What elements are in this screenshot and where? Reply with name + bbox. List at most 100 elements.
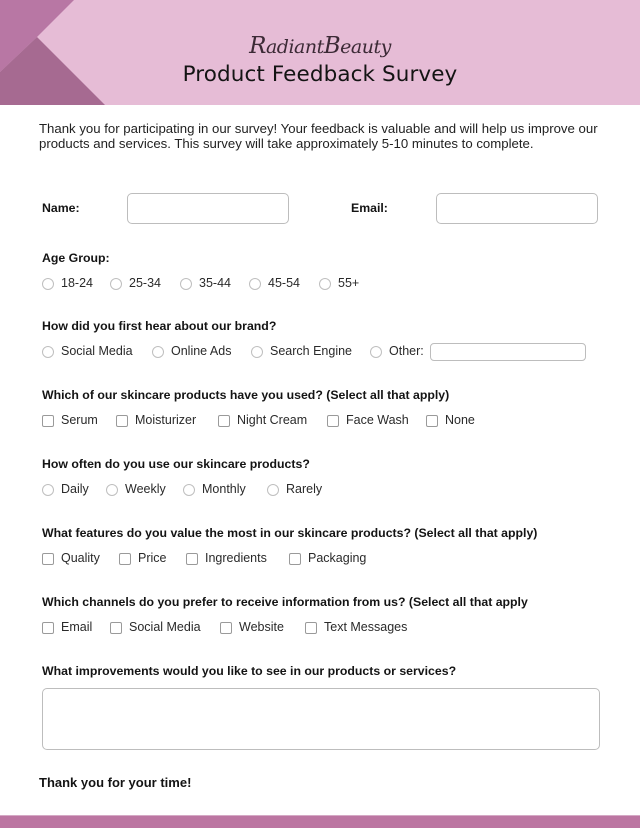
page-title: Product Feedback Survey [182, 62, 458, 87]
radio-button[interactable] [42, 346, 54, 358]
option-label: Social Media [129, 620, 201, 634]
checkbox[interactable] [218, 415, 230, 427]
checkbox[interactable] [42, 553, 54, 565]
option-label: None [445, 413, 475, 427]
option-label: Search Engine [270, 344, 353, 358]
question-age-group: Age Group: [42, 251, 110, 265]
checkbox-option[interactable]: Text Messages [305, 619, 407, 635]
option-label: Social Media [61, 344, 133, 358]
checkbox[interactable] [186, 553, 198, 565]
name-input[interactable] [127, 193, 289, 224]
radio-button[interactable] [106, 484, 118, 496]
improvements-textarea[interactable] [42, 688, 600, 750]
radio-button[interactable] [319, 278, 331, 290]
checkbox-option[interactable]: Quality [42, 550, 100, 566]
radio-button[interactable] [251, 346, 263, 358]
option-label: Weekly [125, 482, 166, 496]
option-label: Text Messages [324, 620, 408, 634]
checkbox-option[interactable]: Social Media [110, 619, 201, 635]
option-label: Face Wash [346, 413, 409, 427]
radio-option[interactable]: 55+ [319, 275, 359, 291]
option-label: Website [239, 620, 284, 634]
survey-header-banner: RadiantBeauty Product Feedback Survey [0, 0, 640, 105]
option-label: Rarely [286, 482, 323, 496]
option-label: 55+ [338, 276, 360, 290]
other-source-input[interactable] [430, 343, 586, 361]
question-improvements: What improvements would you like to see … [42, 664, 457, 678]
checkbox[interactable] [42, 415, 54, 427]
radio-button[interactable] [110, 278, 122, 290]
option-label: Ingredients [205, 551, 267, 565]
checkbox[interactable] [110, 622, 122, 634]
email-input[interactable] [436, 193, 598, 224]
checkbox[interactable] [42, 622, 54, 634]
option-label: Monthly [202, 482, 246, 496]
brand-logo-word-1: adiant [265, 36, 324, 58]
question-hear-about: How did you first hear about our brand? [42, 319, 277, 333]
checkbox[interactable] [327, 415, 339, 427]
closing-message: Thank you for your time! [39, 775, 192, 790]
radio-option[interactable]: Social Media [42, 343, 133, 359]
checkbox-option[interactable]: Packaging [289, 550, 366, 566]
radio-button[interactable] [267, 484, 279, 496]
email-label: Email: [351, 201, 388, 215]
checkbox[interactable] [119, 553, 131, 565]
checkbox[interactable] [220, 622, 232, 634]
option-label: Packaging [308, 551, 367, 565]
question-products-used: Which of our skincare products have you … [42, 388, 450, 402]
option-label: 18-24 [61, 276, 93, 290]
checkbox-option[interactable]: Ingredients [186, 550, 267, 566]
brand-logo: RadiantBeauty [0, 33, 640, 59]
option-label: Quality [61, 551, 100, 565]
brand-logo-word-2: eauty [340, 36, 391, 58]
option-label: Other: [389, 344, 424, 358]
checkbox-option[interactable]: Price [119, 550, 166, 566]
option-label: 35-44 [199, 276, 231, 290]
radio-option[interactable]: Rarely [267, 481, 322, 497]
radio-option[interactable]: 18-24 [42, 275, 93, 291]
radio-option[interactable]: Daily [42, 481, 89, 497]
radio-option[interactable]: 35-44 [180, 275, 231, 291]
radio-option[interactable]: 25-34 [110, 275, 161, 291]
radio-button[interactable] [42, 484, 54, 496]
checkbox-option[interactable]: Moisturizer [116, 412, 196, 428]
radio-button[interactable] [42, 278, 54, 290]
option-label: Online Ads [171, 344, 232, 358]
checkbox-option[interactable]: Email [42, 619, 92, 635]
checkbox-option[interactable]: None [426, 412, 475, 428]
intro-text: Thank you for participating in our surve… [39, 121, 598, 151]
option-label: Daily [61, 482, 89, 496]
checkbox-option[interactable]: Website [220, 619, 284, 635]
radio-button[interactable] [370, 346, 382, 358]
option-label: 45-54 [268, 276, 300, 290]
brand-logo-initial-b: B [323, 33, 341, 59]
question-info-channels: Which channels do you prefer to receive … [42, 595, 528, 609]
radio-option[interactable]: Online Ads [152, 343, 231, 359]
radio-option-other[interactable]: Other: [370, 343, 424, 359]
question-valued-features: What features do you value the most in o… [42, 526, 538, 540]
question-usage-frequency: How often do you use our skincare produc… [42, 457, 310, 471]
brand-logo-initial-r: R [249, 33, 266, 59]
checkbox[interactable] [426, 415, 438, 427]
checkbox[interactable] [305, 622, 317, 634]
option-label: Price [138, 551, 167, 565]
radio-button[interactable] [249, 278, 261, 290]
radio-option[interactable]: Search Engine [251, 343, 352, 359]
option-label: 25-34 [129, 276, 161, 290]
radio-option[interactable]: Monthly [183, 481, 246, 497]
checkbox-option[interactable]: Face Wash [327, 412, 409, 428]
checkbox-option[interactable]: Night Cream [218, 412, 307, 428]
radio-option[interactable]: 45-54 [249, 275, 300, 291]
footer-bar [0, 815, 640, 828]
option-label: Moisturizer [135, 413, 197, 427]
radio-button[interactable] [152, 346, 164, 358]
checkbox[interactable] [116, 415, 128, 427]
option-label: Email [61, 620, 93, 634]
radio-option[interactable]: Weekly [106, 481, 166, 497]
checkbox[interactable] [289, 553, 301, 565]
radio-button[interactable] [180, 278, 192, 290]
name-label: Name: [42, 201, 80, 215]
radio-button[interactable] [183, 484, 195, 496]
option-label: Serum [61, 413, 98, 427]
checkbox-option[interactable]: Serum [42, 412, 98, 428]
